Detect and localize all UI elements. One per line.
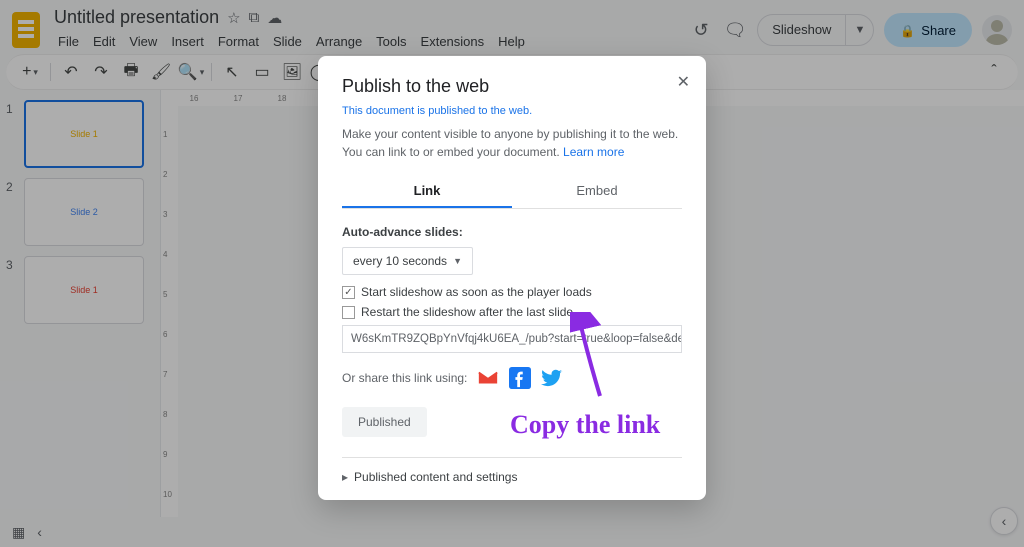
tab-embed[interactable]: Embed bbox=[512, 175, 682, 208]
learn-more-link[interactable]: Learn more bbox=[563, 145, 624, 159]
chevron-down-icon: ▼ bbox=[453, 256, 462, 266]
checkbox-icon[interactable] bbox=[342, 286, 355, 299]
auto-advance-dropdown[interactable]: every 10 seconds ▼ bbox=[342, 247, 473, 275]
publish-url-field[interactable]: W6sKmTR9ZQBpYnVfqj4kU6EA_/pub?start=true… bbox=[342, 325, 682, 353]
published-button[interactable]: Published bbox=[342, 407, 427, 437]
modal-title: Publish to the web bbox=[342, 76, 682, 97]
content-settings-expander[interactable]: Published content and settings bbox=[342, 470, 682, 484]
auto-advance-label: Auto-advance slides: bbox=[342, 225, 682, 239]
checkbox-restart[interactable]: Restart the slideshow after the last sli… bbox=[342, 305, 682, 319]
modal-description: Make your content visible to anyone by p… bbox=[342, 125, 682, 161]
checkbox-icon[interactable] bbox=[342, 306, 355, 319]
tab-link[interactable]: Link bbox=[342, 175, 512, 208]
twitter-icon[interactable] bbox=[541, 367, 563, 389]
close-icon[interactable]: ✕ bbox=[677, 72, 690, 92]
publish-tabs: Link Embed bbox=[342, 175, 682, 209]
divider bbox=[342, 457, 682, 458]
share-row: Or share this link using: bbox=[342, 367, 682, 389]
triangle-right-icon bbox=[342, 470, 348, 484]
publish-modal: ✕ Publish to the web This document is pu… bbox=[318, 56, 706, 500]
published-note: This document is published to the web. bbox=[342, 105, 682, 117]
gmail-icon[interactable] bbox=[477, 367, 499, 389]
facebook-icon[interactable] bbox=[509, 367, 531, 389]
checkbox-start-on-load[interactable]: Start slideshow as soon as the player lo… bbox=[342, 285, 682, 299]
